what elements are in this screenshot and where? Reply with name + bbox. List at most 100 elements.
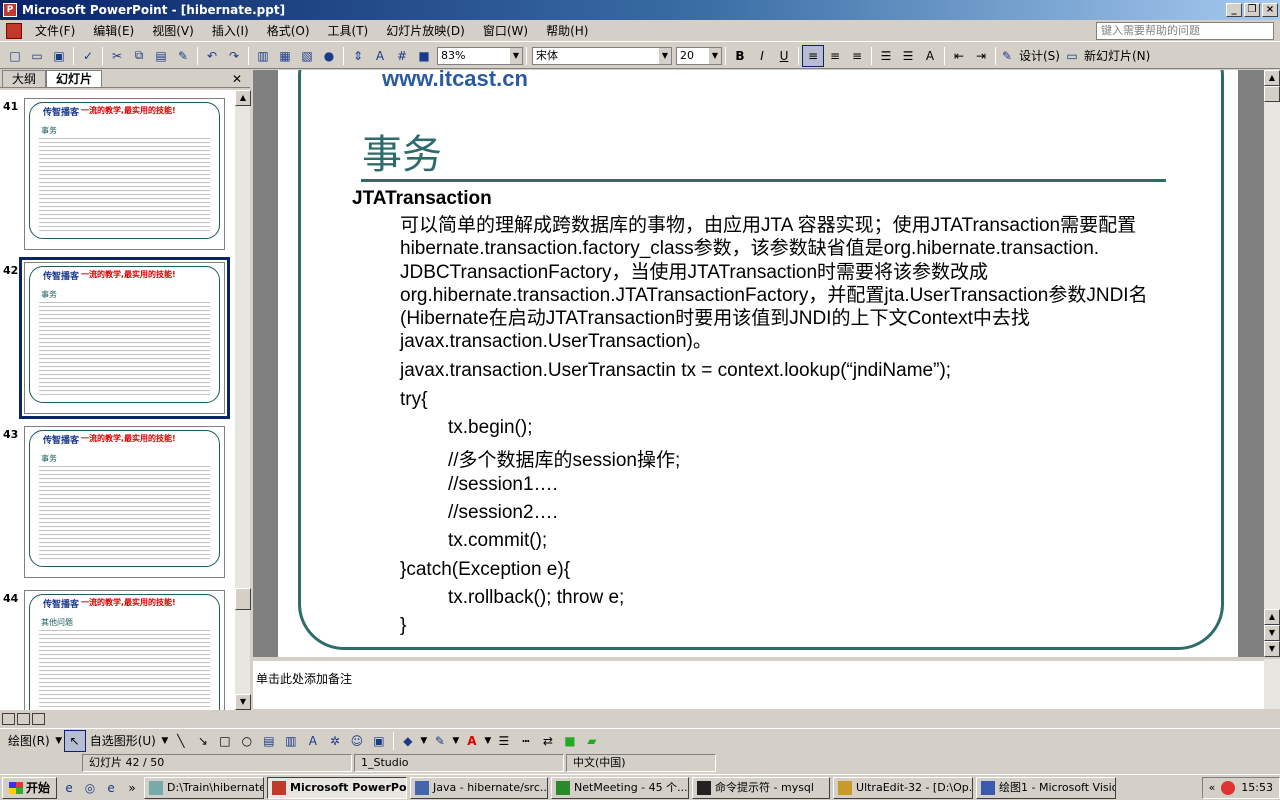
chevron-right-icon[interactable]: » <box>123 779 141 797</box>
browser-icon[interactable]: e <box>60 779 78 797</box>
tray-icon[interactable] <box>1221 780 1236 795</box>
slide-sorter-icon[interactable] <box>17 713 30 725</box>
align-right-icon[interactable]: ≡ <box>846 45 868 67</box>
slide-scrollbar[interactable]: ▲ ▲ ▼ ▼ <box>1264 70 1280 657</box>
document-icon[interactable] <box>6 22 22 39</box>
chevron-left-icon[interactable]: « <box>1209 781 1216 794</box>
font-color-icon[interactable]: A <box>461 730 483 752</box>
explorer-icon[interactable]: ◎ <box>81 779 99 797</box>
task-ultraedit[interactable]: UltraEdit-32 - [D:\Op... <box>833 776 974 799</box>
scroll-up-icon[interactable]: ▲ <box>1264 70 1280 86</box>
textbox-icon[interactable]: ▤ <box>258 730 280 752</box>
code-line[interactable]: //session1…. <box>448 474 558 496</box>
slide-title[interactable]: 事务 <box>362 122 442 180</box>
chevron-down-icon[interactable]: ▼ <box>483 730 493 752</box>
rectangle-icon[interactable]: □ <box>214 730 236 752</box>
spellcheck-icon[interactable]: ✓ <box>77 45 99 67</box>
menu-format[interactable]: 格式(O) <box>258 22 319 39</box>
code-line[interactable]: } <box>400 615 406 637</box>
next-slide-icon[interactable]: ▼ <box>1264 625 1280 641</box>
slideshow-icon[interactable] <box>32 713 45 725</box>
code-line[interactable]: //session2…. <box>448 502 558 524</box>
notes-pane[interactable]: 单击此处添加备注 <box>253 659 1264 709</box>
close-button[interactable]: × <box>1262 3 1278 17</box>
cut-icon[interactable]: ✂ <box>106 45 128 67</box>
tables-borders-icon[interactable]: ▧ <box>296 45 318 67</box>
decrease-indent-icon[interactable]: ⇤ <box>948 45 970 67</box>
paste-icon[interactable]: ▤ <box>150 45 172 67</box>
task-java[interactable]: Java - hibernate/src... <box>410 776 549 799</box>
menu-help[interactable]: 帮助(H) <box>537 22 597 39</box>
oval-icon[interactable]: ○ <box>236 730 258 752</box>
slide-thumbnail-selected[interactable]: 传智播客 一流的教学,最实用的技能! 事务 <box>19 257 230 419</box>
underline-icon[interactable]: U <box>773 45 795 67</box>
color-grayscale-icon[interactable]: ■ <box>413 45 435 67</box>
font-size-select[interactable]: 20 ▼ <box>676 46 722 65</box>
diagram-icon[interactable]: ✲ <box>324 730 346 752</box>
zoom-select[interactable]: 83% ▼ <box>437 46 523 65</box>
slide-paragraph[interactable]: 可以简单的理解成跨数据库的事物，由应用JTA 容器实现；使用JTATransac… <box>400 214 1200 354</box>
task-explorer[interactable]: D:\Train\hibernate\v... <box>144 776 265 799</box>
picture-icon[interactable]: ▣ <box>368 730 390 752</box>
new-slide-icon[interactable]: ▭ <box>1064 45 1080 67</box>
show-formatting-icon[interactable]: A <box>369 45 391 67</box>
start-button[interactable]: 开始 <box>2 776 58 799</box>
code-line[interactable]: //多个数据库的session操作; <box>448 445 680 472</box>
new-slide-button[interactable]: 新幻灯片(N) <box>1080 47 1154 64</box>
code-line[interactable]: tx.rollback(); throw e; <box>448 587 624 609</box>
align-left-icon[interactable]: ≡ <box>802 44 824 67</box>
line-icon[interactable]: ╲ <box>170 730 192 752</box>
chevron-down-icon[interactable]: ▼ <box>451 730 461 752</box>
code-line[interactable]: tx.begin(); <box>448 417 532 439</box>
arrow-style-icon[interactable]: ⇄ <box>537 730 559 752</box>
arrow-icon[interactable]: ↘ <box>192 730 214 752</box>
menu-window[interactable]: 窗口(W) <box>474 22 537 39</box>
chevron-down-icon[interactable]: ▼ <box>510 47 522 64</box>
task-netmeeting[interactable]: NetMeeting - 45 个... <box>551 776 690 799</box>
italic-icon[interactable]: I <box>751 45 773 67</box>
font-select[interactable]: 宋体 ▼ <box>532 46 672 65</box>
design-button[interactable]: 设计(S) <box>1015 47 1064 64</box>
code-line[interactable]: javax.transaction.UserTransactin tx = co… <box>400 360 951 382</box>
code-line[interactable]: try{ <box>400 389 427 411</box>
slide-subheading[interactable]: JTATransaction <box>352 188 492 210</box>
copy-icon[interactable]: ⧉ <box>128 45 150 67</box>
slide-canvas[interactable]: www.itcast.cn 事务 JTATransaction 可以简单的理解成… <box>278 70 1238 657</box>
chevron-down-icon[interactable]: ▼ <box>419 730 429 752</box>
redo-icon[interactable]: ↷ <box>223 45 245 67</box>
code-line[interactable]: tx.commit(); <box>448 530 547 552</box>
dash-style-icon[interactable]: ┅ <box>515 730 537 752</box>
draw-menu-button[interactable]: 绘图(R) <box>4 732 54 749</box>
help-search-input[interactable]: 键入需要帮助的问题 ▼ <box>1096 21 1274 40</box>
tab-outline[interactable]: 大纲 <box>2 70 47 87</box>
line-color-icon[interactable]: ✎ <box>429 730 451 752</box>
align-center-icon[interactable]: ≡ <box>824 45 846 67</box>
normal-view-icon[interactable] <box>2 713 15 725</box>
chevron-down-icon[interactable]: ▼ <box>709 47 721 64</box>
scroll-up-icon[interactable]: ▲ <box>235 90 251 106</box>
design-icon[interactable]: ✎ <box>999 45 1015 67</box>
new-icon[interactable]: □ <box>4 45 26 67</box>
notes-scrollbar[interactable] <box>1264 659 1280 709</box>
chevron-down-icon[interactable]: ▼ <box>54 730 64 752</box>
ie-icon[interactable]: e <box>102 779 120 797</box>
chevron-down-icon[interactable]: ▼ <box>160 730 170 752</box>
fill-color-icon[interactable]: ◆ <box>397 730 419 752</box>
scroll-thumb[interactable] <box>235 588 251 610</box>
task-cmd[interactable]: 命令提示符 - mysql <box>692 776 831 799</box>
line-style-icon[interactable]: ☰ <box>493 730 515 752</box>
increase-font-icon[interactable]: A <box>919 45 941 67</box>
restore-button[interactable]: ❐ <box>1244 3 1260 17</box>
task-visio[interactable]: 绘图1 - Microsoft Visio <box>976 776 1117 799</box>
menu-slideshow[interactable]: 幻灯片放映(D) <box>377 22 474 39</box>
thumbnail-scrollbar[interactable]: ▲ ▼ <box>234 90 251 710</box>
increase-indent-icon[interactable]: ⇥ <box>970 45 992 67</box>
scroll-thumb[interactable] <box>1264 86 1280 102</box>
scroll-down-icon[interactable]: ▼ <box>1264 641 1280 657</box>
menu-view[interactable]: 视图(V) <box>143 22 203 39</box>
minimize-button[interactable]: _ <box>1226 3 1242 17</box>
vertical-textbox-icon[interactable]: ▥ <box>280 730 302 752</box>
previous-slide-icon[interactable]: ▲ <box>1264 609 1280 625</box>
slide-thumbnail[interactable]: 传智播客 一流的教学,最实用的技能! 其他问题 <box>24 590 225 710</box>
3d-icon[interactable]: ▰ <box>581 730 603 752</box>
